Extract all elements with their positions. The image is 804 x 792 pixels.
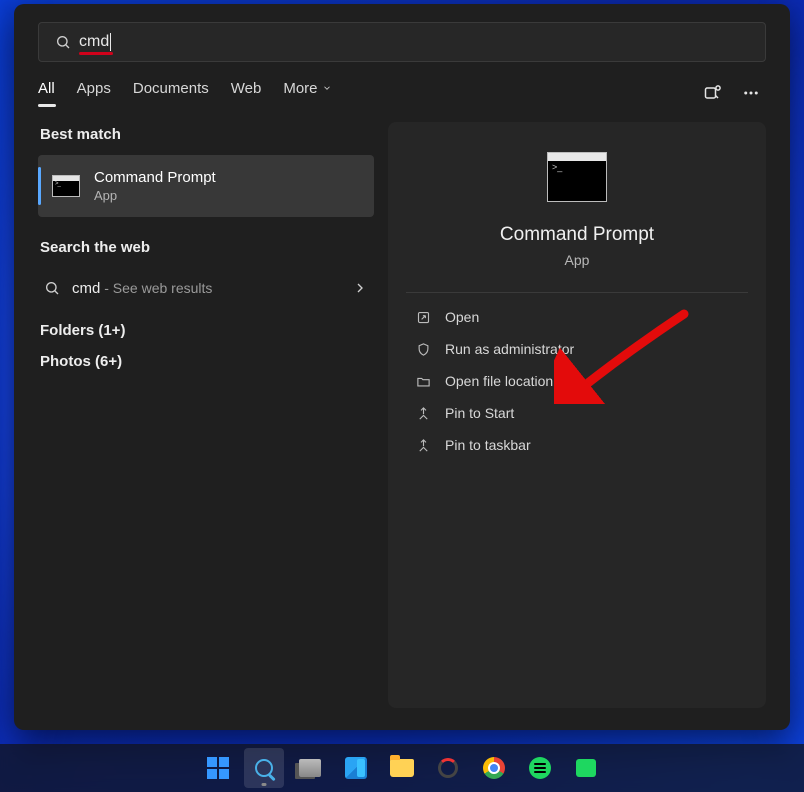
app-loading-icon[interactable] — [428, 748, 468, 788]
chat-app[interactable] — [566, 748, 606, 788]
shield-icon — [416, 342, 431, 357]
preview-title: Command Prompt — [500, 224, 654, 246]
divider — [406, 292, 748, 293]
preview-subtitle: App — [565, 252, 590, 268]
preview-pane: Command Prompt App Open Run as administr… — [388, 122, 766, 708]
tab-more[interactable]: More — [283, 80, 331, 107]
folder-icon — [416, 374, 431, 389]
action-run-as-admin[interactable]: Run as administrator — [406, 333, 748, 365]
widgets[interactable] — [336, 748, 376, 788]
command-prompt-icon — [547, 152, 607, 202]
pin-icon — [416, 438, 431, 453]
spotify[interactable] — [520, 748, 560, 788]
search-icon — [44, 280, 60, 296]
tab-all[interactable]: All — [38, 80, 55, 107]
chrome[interactable] — [474, 748, 514, 788]
best-match-subtitle: App — [94, 188, 216, 203]
taskbar-search[interactable] — [244, 748, 284, 788]
search-web-label: Search the web — [40, 239, 374, 256]
best-match-label: Best match — [40, 126, 374, 143]
search-bar-container: cmd — [14, 4, 790, 62]
web-result-row[interactable]: cmd - See web results — [38, 268, 374, 308]
start-button[interactable] — [198, 748, 238, 788]
window-snapshot-icon[interactable] — [698, 78, 728, 108]
action-pin-to-taskbar[interactable]: Pin to taskbar — [406, 429, 748, 461]
filter-tabs: All Apps Documents Web More — [14, 62, 790, 108]
search-icon — [55, 34, 71, 50]
tab-documents[interactable]: Documents — [133, 80, 209, 107]
command-prompt-icon — [52, 175, 80, 197]
photos-category[interactable]: Photos (6+) — [40, 353, 374, 370]
chevron-right-icon — [352, 280, 368, 296]
action-open[interactable]: Open — [406, 301, 748, 333]
web-term: cmd - See web results — [72, 280, 212, 297]
search-input[interactable]: cmd — [38, 22, 766, 62]
action-list: Open Run as administrator Open file loca… — [406, 301, 748, 461]
tab-apps[interactable]: Apps — [77, 80, 111, 107]
highlight-underline — [79, 52, 113, 55]
task-view[interactable] — [290, 748, 330, 788]
more-options-icon[interactable] — [736, 78, 766, 108]
file-explorer[interactable] — [382, 748, 422, 788]
results-list: Best match Command Prompt App Search the… — [38, 122, 374, 708]
start-search-panel: cmd All Apps Documents Web More Best mat… — [14, 4, 790, 730]
chevron-down-icon — [322, 83, 332, 93]
pin-icon — [416, 406, 431, 421]
taskbar — [0, 744, 804, 792]
action-pin-to-start[interactable]: Pin to Start — [406, 397, 748, 429]
search-value: cmd — [79, 33, 111, 51]
best-match-result[interactable]: Command Prompt App — [38, 155, 374, 217]
action-open-file-location[interactable]: Open file location — [406, 365, 748, 397]
folders-category[interactable]: Folders (1+) — [40, 322, 374, 339]
open-icon — [416, 310, 431, 325]
tab-web[interactable]: Web — [231, 80, 262, 107]
best-match-title: Command Prompt — [94, 169, 216, 186]
